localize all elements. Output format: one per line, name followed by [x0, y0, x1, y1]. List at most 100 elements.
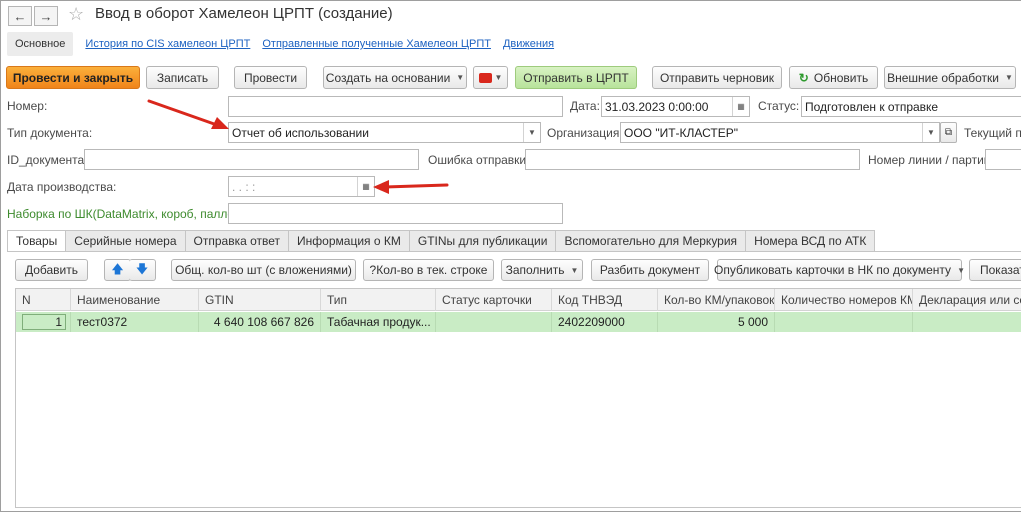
favorite-star-icon[interactable]: ☆ — [68, 4, 84, 25]
line-batch-field[interactable] — [985, 149, 1021, 170]
calendar-icon[interactable]: ▦ — [732, 97, 749, 116]
date-label: Дата: — [570, 99, 600, 113]
external-processing-label: Внешние обработки — [887, 70, 999, 85]
create-based-on-button[interactable]: Создать на основании ▼ — [323, 66, 467, 89]
show-button[interactable]: Показат — [969, 259, 1021, 281]
tab-send-response[interactable]: Отправка ответ — [185, 230, 290, 252]
doctype-select[interactable]: Отчет об использовании ▼ — [228, 122, 541, 143]
post-and-close-button[interactable]: Провести и закрыть — [6, 66, 140, 89]
chevron-down-icon: ▼ — [957, 265, 965, 275]
cell-km-qty[interactable]: 5 000 — [658, 312, 775, 332]
publish-cards-label: Опубликовать карточки в НК по документу — [714, 263, 952, 277]
cell-declaration[interactable] — [913, 312, 1021, 332]
production-date-value: . . : : — [232, 179, 256, 194]
date-value: 31.03.2023 0:00:00 — [605, 99, 709, 114]
cell-km-count[interactable] — [775, 312, 913, 332]
arrow-left-icon: ← — [13, 8, 27, 24]
nav-link-sent-received[interactable]: Отправленные полученные Хамелеон ЦРПТ — [262, 38, 491, 50]
send-error-field[interactable] — [525, 149, 860, 170]
goods-table: N Наименование GTIN Тип Статус карточки … — [15, 288, 1021, 508]
send-draft-button[interactable]: Отправить черновик — [652, 66, 782, 89]
arrow-right-icon: → — [39, 8, 53, 24]
fill-button[interactable]: Заполнить ▼ — [501, 259, 583, 281]
document-id-field[interactable] — [84, 149, 419, 170]
send-error-label: Ошибка отправки: — [428, 153, 530, 167]
col-declaration[interactable]: Декларация или серт — [913, 289, 1021, 311]
cell-n-value: 1 — [22, 314, 66, 330]
total-qty-button[interactable]: Общ. кол-во шт (с вложениями) — [171, 259, 356, 281]
table-row[interactable]: 1 тест0372 4 640 108 667 826 Табачная пр… — [16, 312, 1021, 332]
tab-mercury-aux[interactable]: Вспомогательно для Меркурия — [556, 230, 747, 252]
refresh-icon: ↻ — [798, 70, 809, 85]
cell-tnved[interactable]: 2402209000 — [552, 312, 658, 332]
nav-link-cis-history[interactable]: История по CIS хамелеон ЦРПТ — [85, 38, 250, 50]
cell-name[interactable]: тест0372 — [71, 312, 199, 332]
section-nav: Основное История по CIS хамелеон ЦРПТ От… — [7, 32, 554, 56]
col-card-status[interactable]: Статус карточки — [436, 289, 552, 311]
qty-current-row-button[interactable]: ?Кол-во в тек. строке — [363, 259, 494, 281]
move-up-button[interactable]: 🡅 — [104, 259, 131, 281]
table-header: N Наименование GTIN Тип Статус карточки … — [16, 289, 1021, 311]
nav-link-movements[interactable]: Движения — [503, 38, 554, 50]
send-to-crpt-button[interactable]: Отправить в ЦРПТ — [515, 66, 637, 89]
create-based-on-label: Создать на основании — [325, 70, 451, 85]
tab-serial-numbers[interactable]: Серийные номера — [66, 230, 186, 252]
print-menu-button[interactable]: ▼ — [473, 66, 508, 89]
tab-vsd-numbers[interactable]: Номера ВСД по АТК — [746, 230, 876, 252]
date-field[interactable]: 31.03.2023 0:00:00 ▦ — [601, 96, 750, 117]
arrow-down-icon: 🡇 — [135, 261, 149, 276]
current-label: Текущий по — [964, 126, 1021, 140]
back-button[interactable]: ← — [8, 6, 32, 26]
organization-select[interactable]: ООО "ИТ-КЛАСТЕР" ▼ — [620, 122, 940, 143]
status-field[interactable]: Подготовлен к отправке — [801, 96, 1021, 117]
chevron-down-icon: ▼ — [570, 265, 579, 275]
production-date-label: Дата производства: — [7, 180, 117, 194]
tab-gtin-publish[interactable]: GTINы для публикации — [409, 230, 557, 252]
organization-value: ООО "ИТ-КЛАСТЕР" — [624, 125, 739, 140]
fill-label: Заполнить — [505, 263, 565, 277]
cell-type[interactable]: Табачная продук... — [321, 312, 436, 332]
chevron-down-icon: ▼ — [1004, 73, 1013, 82]
open-organization-button[interactable]: ⧉ — [940, 122, 957, 143]
status-label: Статус: — [758, 99, 800, 113]
barcode-scan-label: Наборка по ШК(DataMatrix, короб, паллет)… — [7, 207, 247, 221]
line-batch-label: Номер линии / партии: — [868, 153, 994, 167]
annotation-arrow-production-date — [373, 180, 449, 194]
cell-gtin[interactable]: 4 640 108 667 826 — [199, 312, 321, 332]
refresh-label: Обновить — [813, 70, 869, 85]
barcode-scan-field[interactable] — [228, 203, 563, 224]
number-field[interactable] — [228, 96, 563, 117]
col-tnved[interactable]: Код ТНВЭД — [552, 289, 658, 311]
document-tabs: Товары Серийные номера Отправка ответ Ин… — [7, 230, 876, 252]
production-date-field[interactable]: . . : : ▦ — [228, 176, 375, 197]
annotation-arrow-doctype — [147, 99, 229, 129]
cell-card-status[interactable] — [436, 312, 552, 332]
col-type[interactable]: Тип — [321, 289, 436, 311]
organization-label: Организация: — [547, 126, 623, 140]
cell-n[interactable]: 1 — [16, 312, 71, 332]
col-km-qty[interactable]: Кол-во КМ/упаковок — [658, 289, 775, 311]
window-title: Ввод в оборот Хамелеон ЦРПТ (создание) — [95, 5, 393, 22]
post-button[interactable]: Провести — [234, 66, 307, 89]
publish-cards-button[interactable]: Опубликовать карточки в НК по документу ▼ — [714, 259, 965, 281]
nav-tab-main[interactable]: Основное — [7, 32, 74, 56]
split-document-button[interactable]: Разбить документ — [591, 259, 709, 281]
number-label: Номер: — [7, 99, 48, 113]
col-km-count[interactable]: Количество номеров КМ — [775, 289, 913, 311]
chevron-down-icon[interactable]: ▼ — [523, 123, 540, 142]
col-name[interactable]: Наименование — [71, 289, 199, 311]
col-n[interactable]: N — [16, 289, 71, 311]
app-window: ← → ☆ Ввод в оборот Хамелеон ЦРПТ (созда… — [0, 0, 1021, 512]
refresh-button[interactable]: ↻ Обновить — [789, 66, 878, 89]
save-button[interactable]: Записать — [146, 66, 219, 89]
calendar-icon[interactable]: ▦ — [357, 177, 374, 196]
doctype-value: Отчет об использовании — [232, 125, 369, 140]
move-down-button[interactable]: 🡇 — [129, 259, 156, 281]
add-row-button[interactable]: Добавить — [15, 259, 88, 281]
tab-km-info[interactable]: Информация о КМ — [289, 230, 410, 252]
forward-button[interactable]: → — [34, 6, 58, 26]
tab-goods[interactable]: Товары — [7, 230, 67, 252]
col-gtin[interactable]: GTIN — [199, 289, 321, 311]
chevron-down-icon[interactable]: ▼ — [922, 123, 939, 142]
external-processing-button[interactable]: Внешние обработки ▼ — [884, 66, 1016, 89]
